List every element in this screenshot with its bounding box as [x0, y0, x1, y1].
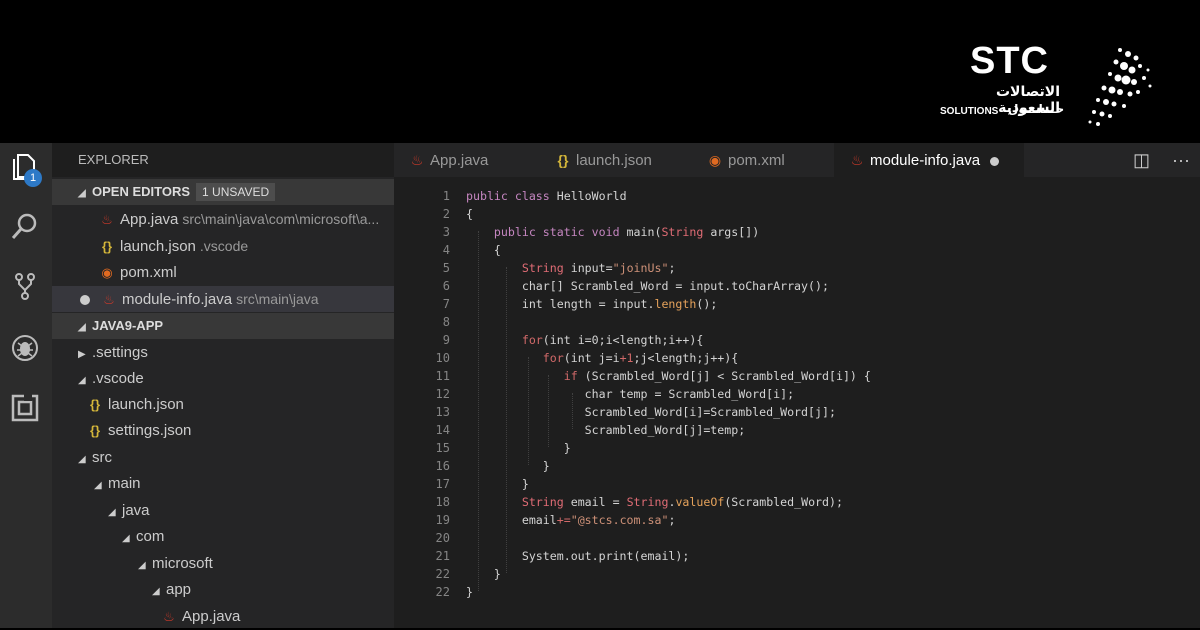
tree-label: App.java [182, 608, 241, 625]
java-icon: ♨ [410, 152, 424, 168]
explorer-badge: 1 [24, 169, 42, 187]
open-editor-path: src\main\java [236, 291, 319, 307]
tab-app-java[interactable]: ♨ App.java [408, 143, 548, 177]
open-editor-name: launch.json [120, 238, 196, 255]
tab-module-info-java[interactable]: ♨ module-info.java [834, 143, 1024, 177]
java-icon: ♨ [101, 212, 113, 227]
chevron-down-icon: ◢ [78, 454, 86, 465]
unsaved-dot-icon [80, 295, 90, 306]
search-icon[interactable] [10, 211, 40, 241]
tab-launch-json[interactable]: {} launch.json [554, 143, 694, 177]
more-actions-icon[interactable]: ··· [1172, 150, 1190, 170]
java-icon: ♨ [850, 152, 864, 168]
chevron-down-icon: ◢ [78, 375, 86, 386]
chevron-down-icon: ◢ [122, 533, 130, 544]
unsaved-dot-icon[interactable] [990, 156, 1000, 166]
stc-logo: STC الاتصالات السعودية SOLUTIONS حـــلــ… [940, 40, 1160, 130]
tree-folder[interactable]: ◢ src [52, 445, 394, 471]
rss-icon: ◉ [101, 265, 113, 280]
logo-solutions-arabic: حـــلـــول [1008, 102, 1065, 116]
logo-solutions: SOLUTIONS [940, 106, 999, 117]
open-editors-label: OPEN EDITORS [92, 184, 191, 199]
chevron-down-icon: ◢ [138, 560, 146, 571]
tree-folder[interactable]: ▶ .settings [52, 340, 394, 366]
explorer-sidebar: EXPLORER ◢ OPEN EDITORS 1 UNSAVED ♨ App.jav… [52, 143, 394, 628]
open-editor-item[interactable]: {} launch.json .vscode [52, 233, 394, 259]
chevron-down-icon: ◢ [108, 507, 116, 518]
open-editor-path: src\main\java\com\microsoft\a... [182, 211, 380, 227]
code-editor[interactable]: 1 public class HelloWorld 2{ 3 public sta… [394, 177, 1200, 628]
tree-file[interactable]: ♨ App.java [52, 604, 394, 630]
chevron-right-icon: ▶ [78, 349, 86, 360]
tree-folder[interactable]: ◢ microsoft [52, 551, 394, 577]
tree-label: .settings [92, 344, 148, 361]
tree-folder[interactable]: ◢ main [52, 471, 394, 497]
tab-label: App.java [430, 152, 489, 169]
java-icon: ♨ [103, 292, 115, 307]
tree-file[interactable]: {} launch.json [52, 392, 394, 418]
tab-pom-xml[interactable]: ◉ pom.xml [706, 143, 826, 177]
tree-label: java [122, 502, 150, 519]
editor-actions: ◫ ··· [1133, 143, 1190, 177]
chevron-down-icon: ◢ [94, 480, 102, 491]
json-icon: {} [89, 423, 101, 438]
tree-folder[interactable]: ◢ app [52, 577, 394, 603]
project-section[interactable]: ◢ JAVA9-APP [52, 313, 394, 339]
unsaved-badge: 1 UNSAVED [196, 183, 276, 201]
logo-text: STC [970, 40, 1049, 82]
debug-icon[interactable] [10, 333, 40, 363]
tree-file[interactable]: {} settings.json [52, 418, 394, 444]
tree-label: launch.json [108, 396, 184, 413]
tree-label: src [92, 449, 112, 466]
tree-label: main [108, 475, 141, 492]
tree-folder[interactable]: ◢ .vscode [52, 366, 394, 392]
tree-folder[interactable]: ◢ com [52, 524, 394, 550]
tree-label: microsoft [152, 555, 213, 572]
chevron-down-icon: ◢ [152, 586, 160, 597]
tree-label: app [166, 581, 192, 598]
json-icon: {} [89, 397, 101, 412]
open-editor-name: App.java [120, 211, 179, 228]
open-editor-item-selected[interactable]: ♨ module-info.java src\main\java [52, 286, 394, 312]
project-label: JAVA9-APP [92, 318, 164, 333]
source-control-icon[interactable] [10, 271, 40, 301]
split-editor-icon[interactable]: ◫ [1133, 150, 1150, 170]
open-editor-item[interactable]: ◉ pom.xml [52, 260, 394, 286]
json-icon: {} [101, 239, 113, 254]
tree-label: settings.json [108, 422, 192, 439]
open-editor-name: module-info.java [122, 291, 233, 308]
tab-label: pom.xml [728, 152, 785, 169]
explorer-title: EXPLORER [52, 143, 394, 177]
chevron-down-icon: ◢ [78, 188, 86, 199]
chevron-down-icon: ◢ [78, 322, 86, 333]
banner: STC الاتصالات السعودية SOLUTIONS حـــلــ… [0, 0, 1200, 143]
open-editors-section[interactable]: ◢ OPEN EDITORS 1 UNSAVED [52, 179, 394, 205]
logo-mark-icon [1088, 48, 1152, 126]
open-editor-name: pom.xml [120, 264, 177, 281]
tree-label: com [136, 528, 165, 545]
tab-label: module-info.java [870, 152, 981, 169]
activity-bar: 1 [0, 143, 52, 628]
tree-label: .vscode [92, 370, 144, 387]
vscode-window: 1 EXPLORER ◢ OPEN EDITORS 1 UNSAVED ♨ Ap… [0, 143, 1200, 628]
tree-folder[interactable]: ◢ java [52, 498, 394, 524]
extensions-icon[interactable] [10, 393, 40, 423]
open-editor-path: .vscode [199, 238, 249, 254]
json-icon: {} [557, 152, 569, 168]
tab-label: launch.json [576, 152, 652, 169]
open-editor-item[interactable]: ♨ App.java src\main\java\com\microsoft\a..… [52, 206, 394, 232]
editor-tabs: ♨ App.java {} launch.json ◉ pom.xml ♨ module… [394, 143, 1200, 177]
java-icon: ♨ [163, 609, 175, 624]
rss-icon: ◉ [708, 152, 722, 168]
